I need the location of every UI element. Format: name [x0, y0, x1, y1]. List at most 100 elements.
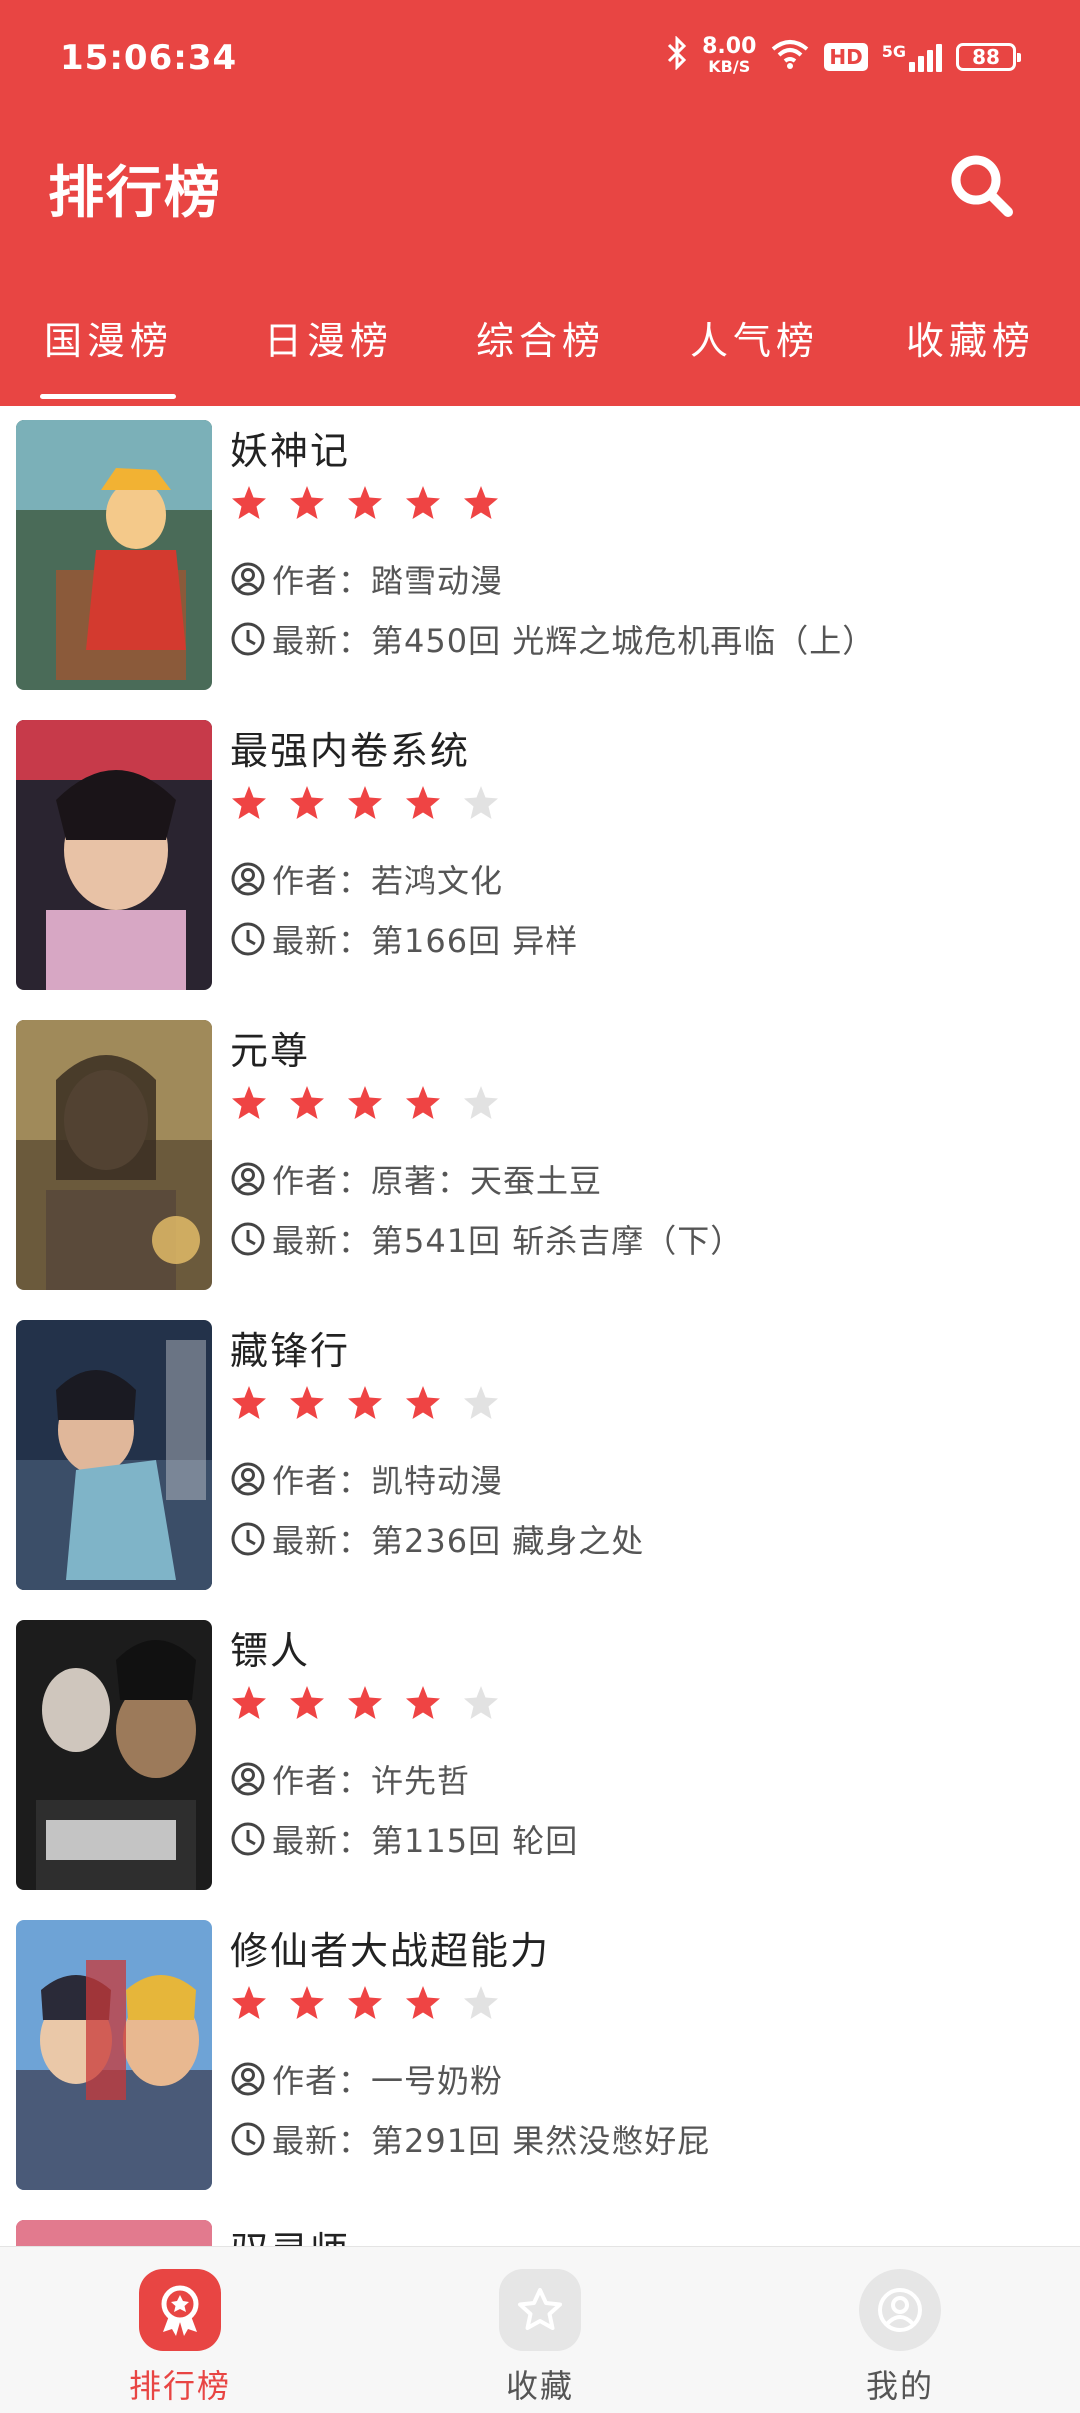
star-filled-icon: [232, 786, 266, 819]
comic-title: 镖人: [230, 1629, 311, 1673]
cover-image: [16, 1320, 212, 1590]
page-title: 排行榜: [48, 161, 222, 226]
latest-chapter: 第166回 异样: [371, 922, 579, 960]
cover-image: [16, 1020, 212, 1290]
network-type: 5G: [881, 41, 906, 61]
list-item[interactable]: 最强内卷系统 作者： 若鸿文化 最新： 第166回 异样: [0, 706, 1080, 1006]
latest-prefix: 最新：: [272, 922, 372, 960]
author-prefix: 作者：: [272, 1462, 372, 1500]
star-filled-icon: [464, 486, 498, 519]
star-filled-icon: [232, 1986, 266, 2019]
star-filled-icon: [290, 1686, 324, 1719]
clock-icon: [231, 1522, 265, 1556]
list-item[interactable]: 修仙者大战超能力 作者： 一号奶粉 最新： 第291回 果然没憋好屁: [0, 1906, 1080, 2206]
latest-prefix: 最新：: [272, 622, 372, 660]
latest-prefix: 最新：: [272, 1522, 372, 1560]
app-header: 15:06:34 8.00 KB/S HD 5G 88 排行榜 国漫榜 日漫榜 …: [0, 0, 1080, 406]
tab-active-indicator: [40, 394, 176, 399]
author-name: 一号奶粉: [371, 2062, 504, 2100]
author-row: 作者： 一号奶粉: [230, 2056, 503, 2102]
latest-row: 最新： 第236回 藏身之处: [230, 1516, 644, 1562]
author-row: 作者： 若鸿文化: [230, 856, 503, 902]
comic-title: 妖神记: [230, 429, 351, 473]
search-icon[interactable]: [946, 150, 1018, 222]
tab-guoman[interactable]: 国漫榜: [44, 310, 173, 365]
star-empty-icon: [464, 1686, 498, 1719]
latest-chapter: 第115回 轮回: [371, 1822, 579, 1860]
star-filled-icon: [406, 786, 440, 819]
comic-title: 元尊: [230, 1029, 311, 1073]
author-name: 踏雪动漫: [371, 562, 504, 600]
tab-shoucang[interactable]: 收藏榜: [906, 310, 1035, 365]
rank-tabs: 国漫榜 日漫榜 综合榜 人气榜 收藏榜: [0, 300, 1080, 406]
comic-list[interactable]: 妖神记 作者： 踏雪动漫 最新： 第450回 光辉之城危机再临（上） 最强内卷系…: [0, 406, 1080, 2246]
bluetooth-icon: [666, 35, 688, 77]
star-filled-icon: [406, 1686, 440, 1719]
rating-stars: [230, 484, 500, 522]
star-filled-icon: [290, 486, 324, 519]
nav-favorites[interactable]: 收藏: [460, 2269, 620, 2407]
latest-chapter: 第291回 果然没憋好屁: [371, 2122, 711, 2160]
cover-image: [16, 420, 212, 690]
tab-riman[interactable]: 日漫榜: [264, 310, 393, 365]
network-speed: 8.00 KB/S: [702, 35, 756, 77]
signal-icon: 5G: [882, 42, 942, 72]
rating-stars: [230, 1984, 500, 2022]
ranking-icon: [139, 2269, 221, 2351]
author-name: 凯特动漫: [371, 1462, 504, 1500]
tab-renqi[interactable]: 人气榜: [690, 310, 819, 365]
list-item[interactable]: 镖人 作者： 许先哲 最新： 第115回 轮回: [0, 1606, 1080, 1906]
star-filled-icon: [290, 1986, 324, 2019]
author-prefix: 作者：: [272, 862, 372, 900]
latest-prefix: 最新：: [272, 2122, 372, 2160]
rating-stars: [230, 1684, 500, 1722]
latest-row: 最新： 第291回 果然没憋好屁: [230, 2116, 710, 2162]
nav-ranking-label: 排行榜: [128, 2367, 231, 2405]
latest-prefix: 最新：: [272, 1822, 372, 1860]
latest-row: 最新： 第166回 异样: [230, 916, 578, 962]
cover-image: [16, 1620, 212, 1890]
comic-title: 最强内卷系统: [230, 729, 471, 773]
star-filled-icon: [290, 1086, 324, 1119]
battery-icon: 88: [956, 42, 1021, 71]
user-icon: [231, 2062, 265, 2096]
star-filled-icon: [406, 1086, 440, 1119]
user-icon: [231, 1762, 265, 1796]
star-filled-icon: [348, 1086, 382, 1119]
star-filled-icon: [232, 1686, 266, 1719]
nav-favorites-label: 收藏: [505, 2367, 574, 2405]
star-filled-icon: [290, 1386, 324, 1419]
author-row: 作者： 凯特动漫: [230, 1456, 503, 1502]
star-filled-icon: [348, 486, 382, 519]
author-row: 作者： 许先哲: [230, 1756, 470, 1802]
star-filled-icon: [348, 1686, 382, 1719]
clock-icon: [231, 1822, 265, 1856]
rating-stars: [230, 784, 500, 822]
latest-row: 最新： 第541回 斩杀吉摩（下）: [230, 1216, 743, 1262]
nav-profile[interactable]: 我的: [820, 2269, 980, 2407]
latest-row: 最新： 第450回 光辉之城危机再临（上）: [230, 616, 875, 662]
author-prefix: 作者：: [272, 1162, 372, 1200]
list-item[interactable]: 妖神记 作者： 踏雪动漫 最新： 第450回 光辉之城危机再临（上）: [0, 406, 1080, 706]
star-filled-icon: [348, 786, 382, 819]
list-item[interactable]: 元尊 作者： 原著：天蚕土豆 最新： 第541回 斩杀吉摩（下）: [0, 1006, 1080, 1306]
author-row: 作者： 踏雪动漫: [230, 556, 503, 602]
star-filled-icon: [406, 486, 440, 519]
author-prefix: 作者：: [272, 1762, 372, 1800]
list-item[interactable]: 驭灵师: [0, 2206, 1080, 2246]
rating-stars: [230, 1384, 500, 1422]
nav-ranking[interactable]: 排行榜: [100, 2269, 260, 2407]
star-filled-icon: [348, 1986, 382, 2019]
battery-level: 88: [972, 44, 1000, 69]
nav-profile-label: 我的: [865, 2367, 934, 2405]
tab-zonghe[interactable]: 综合榜: [476, 310, 605, 365]
bottom-nav: 排行榜 收藏 我的: [0, 2246, 1080, 2413]
author-prefix: 作者：: [272, 2062, 372, 2100]
list-item[interactable]: 藏锋行 作者： 凯特动漫 最新： 第236回 藏身之处: [0, 1306, 1080, 1606]
star-empty-icon: [464, 1386, 498, 1419]
author-prefix: 作者：: [272, 562, 372, 600]
hd-badge: HD: [824, 42, 868, 71]
speed-unit: KB/S: [708, 56, 751, 76]
comic-title: 修仙者大战超能力: [230, 1929, 551, 1973]
rating-stars: [230, 1084, 500, 1122]
